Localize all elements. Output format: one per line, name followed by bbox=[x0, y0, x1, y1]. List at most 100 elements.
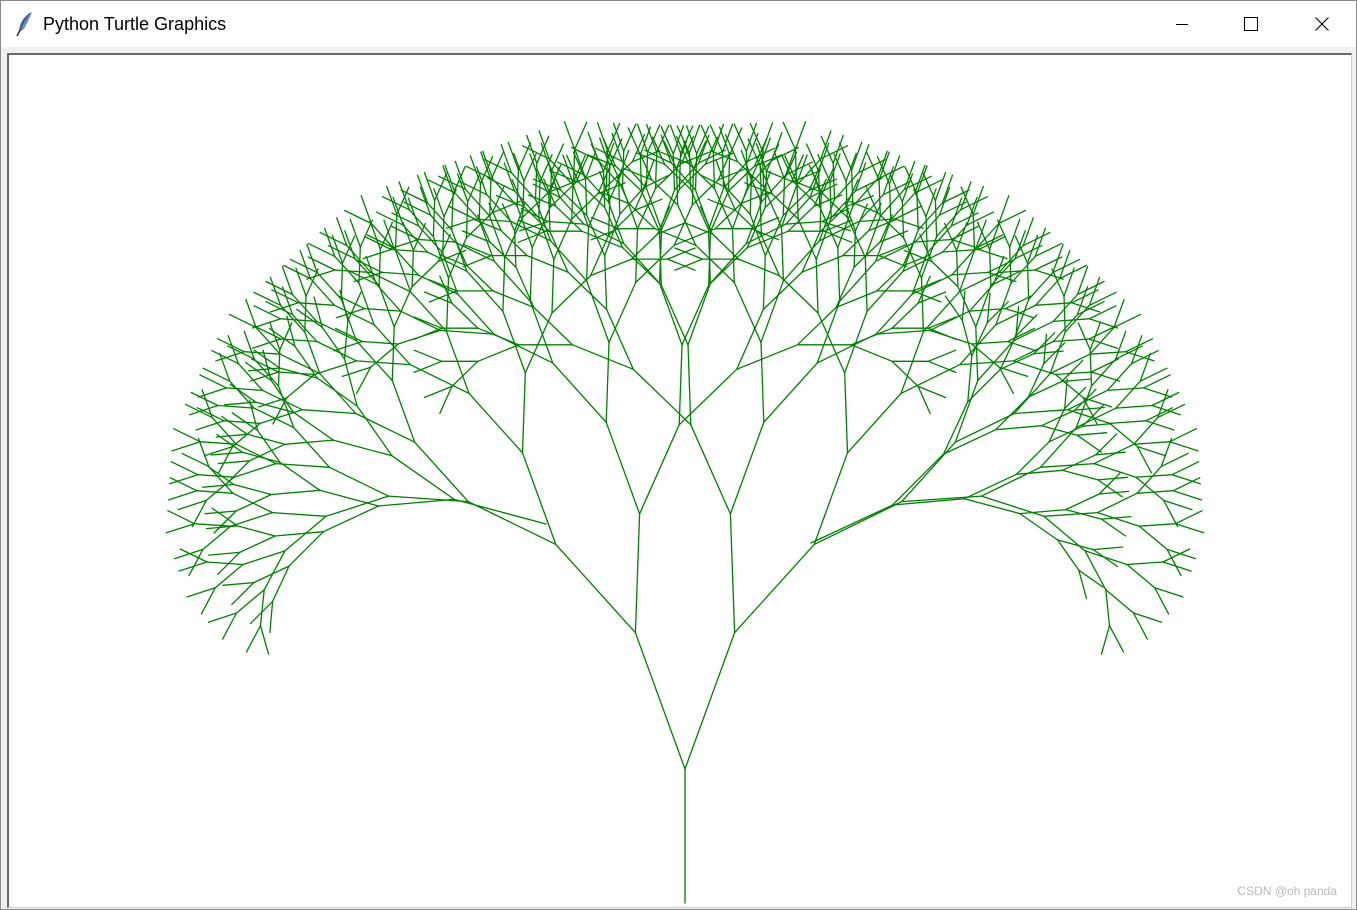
branch-stroke bbox=[635, 228, 639, 284]
branch-stroke bbox=[1052, 338, 1090, 343]
branch-stroke bbox=[733, 543, 815, 634]
branch-stroke bbox=[529, 246, 533, 302]
branch-stroke bbox=[1026, 262, 1030, 300]
branch-stroke bbox=[844, 310, 868, 374]
branch-stroke bbox=[413, 349, 443, 362]
branch-stroke bbox=[167, 490, 198, 501]
minimize-button[interactable] bbox=[1148, 1, 1216, 47]
branch-stroke bbox=[202, 483, 235, 488]
branch-stroke bbox=[307, 256, 336, 271]
branch-stroke bbox=[839, 260, 877, 302]
branch-stroke bbox=[1015, 441, 1050, 475]
branch-stroke bbox=[237, 362, 264, 392]
branch-stroke bbox=[362, 248, 392, 260]
branch-stroke bbox=[853, 230, 857, 268]
turtle-canvas[interactable]: CSDN @oh panda bbox=[7, 53, 1352, 908]
branch-stroke bbox=[1088, 325, 1117, 340]
minimize-icon bbox=[1176, 24, 1188, 25]
branch-stroke bbox=[378, 284, 395, 328]
branch-stroke bbox=[193, 523, 232, 527]
branch-stroke bbox=[712, 123, 725, 154]
branch-stroke bbox=[1033, 350, 1064, 355]
branch-stroke bbox=[750, 150, 765, 179]
branch-stroke bbox=[605, 421, 641, 515]
close-button[interactable] bbox=[1288, 1, 1356, 47]
branch-stroke bbox=[304, 295, 307, 333]
branch-stroke bbox=[687, 344, 692, 426]
branch-stroke bbox=[878, 243, 908, 257]
branch-stroke bbox=[654, 151, 658, 190]
branch-stroke bbox=[1138, 525, 1168, 551]
branch-stroke bbox=[711, 233, 740, 260]
branch-stroke bbox=[850, 141, 863, 171]
branch-stroke bbox=[961, 319, 973, 357]
branch-stroke bbox=[235, 589, 265, 614]
branch-stroke bbox=[269, 600, 274, 634]
branch-stroke bbox=[361, 340, 399, 345]
branch-stroke bbox=[516, 169, 520, 207]
branch-stroke bbox=[553, 218, 573, 260]
branch-stroke bbox=[942, 429, 997, 455]
branch-stroke bbox=[1125, 338, 1154, 353]
branch-stroke bbox=[1089, 321, 1102, 351]
branch-stroke bbox=[1076, 434, 1103, 453]
turtle-window: Python Turtle Graphics CSDN @oh panda bbox=[0, 0, 1357, 910]
branch-stroke bbox=[1169, 428, 1198, 443]
maximize-button[interactable] bbox=[1217, 1, 1285, 47]
branch-stroke bbox=[1019, 512, 1059, 541]
branch-stroke bbox=[563, 121, 576, 151]
branch-stroke bbox=[678, 368, 738, 426]
branch-stroke bbox=[1106, 362, 1133, 392]
branch-stroke bbox=[845, 180, 848, 218]
branch-stroke bbox=[178, 561, 208, 572]
branch-stroke bbox=[1061, 469, 1099, 481]
branch-stroke bbox=[694, 189, 712, 232]
branch-stroke bbox=[621, 150, 625, 189]
branch-stroke bbox=[1100, 625, 1111, 655]
branch-stroke bbox=[972, 213, 976, 252]
branch-stroke bbox=[604, 255, 608, 311]
branch-stroke bbox=[833, 153, 847, 182]
branch-stroke bbox=[942, 401, 969, 455]
branch-stroke bbox=[920, 277, 925, 333]
title-bar[interactable]: Python Turtle Graphics bbox=[1, 1, 1356, 47]
branch-stroke bbox=[428, 290, 458, 303]
branch-stroke bbox=[204, 510, 237, 515]
branch-stroke bbox=[912, 290, 942, 303]
branch-stroke bbox=[888, 183, 892, 221]
branch-stroke bbox=[634, 632, 686, 770]
branch-stroke bbox=[1077, 322, 1091, 351]
branch-stroke bbox=[216, 338, 245, 353]
branch-stroke bbox=[1033, 332, 1056, 355]
branch-stroke bbox=[291, 293, 318, 323]
branch-stroke bbox=[391, 326, 395, 382]
branch-stroke bbox=[959, 360, 1015, 366]
branch-stroke bbox=[1054, 371, 1093, 376]
branch-stroke bbox=[375, 283, 402, 312]
branch-stroke bbox=[343, 319, 349, 360]
branch-stroke bbox=[251, 338, 282, 349]
branch-stroke bbox=[225, 387, 264, 392]
branch-stroke bbox=[1088, 318, 1119, 329]
branch-stroke bbox=[850, 169, 854, 207]
branch-stroke bbox=[271, 565, 290, 603]
branch-stroke bbox=[1061, 360, 1084, 383]
branch-stroke bbox=[478, 183, 482, 221]
branch-stroke bbox=[319, 489, 380, 507]
branch-stroke bbox=[417, 238, 456, 243]
branch-stroke bbox=[524, 312, 553, 374]
branch-stroke bbox=[1015, 469, 1064, 475]
branch-stroke bbox=[1063, 295, 1066, 333]
branch-stroke bbox=[210, 451, 244, 456]
branch-stroke bbox=[549, 240, 588, 282]
branch-stroke bbox=[1174, 523, 1205, 534]
branch-stroke bbox=[678, 344, 683, 426]
branch-stroke bbox=[1109, 422, 1139, 448]
branch-stroke bbox=[787, 205, 815, 232]
branch-stroke bbox=[955, 249, 959, 288]
branch-stroke bbox=[846, 392, 902, 454]
branch-stroke bbox=[413, 360, 443, 374]
branch-stroke bbox=[215, 433, 248, 438]
branch-stroke bbox=[864, 256, 868, 312]
branch-stroke bbox=[1028, 271, 1054, 300]
